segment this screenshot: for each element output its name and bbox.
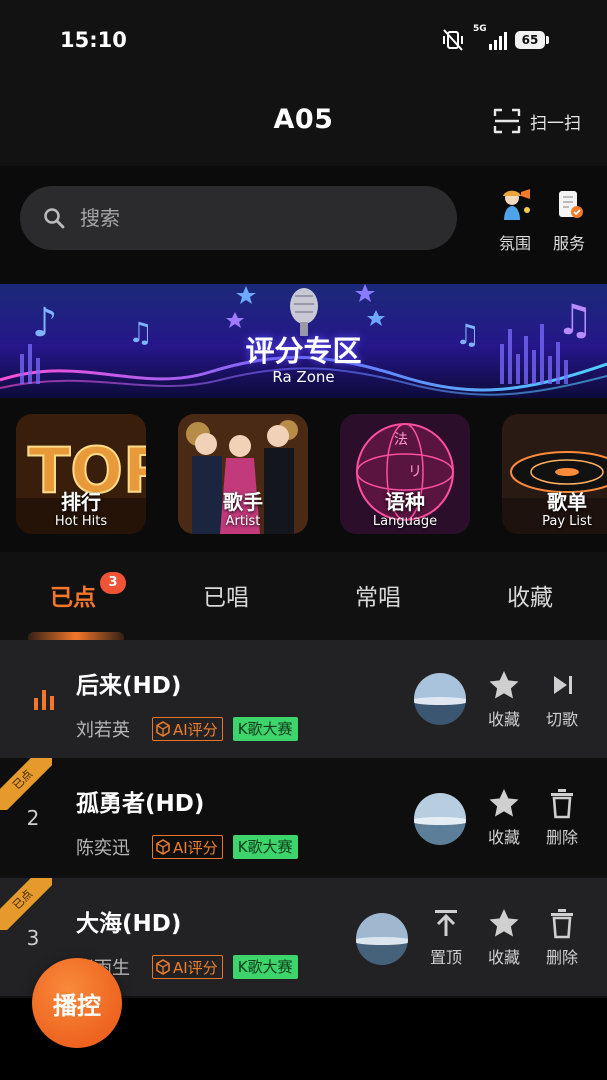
service-icon [559, 191, 583, 218]
skip-song-button[interactable]: 切歌 [536, 668, 588, 730]
atmosphere-label: 氛围 [498, 234, 531, 253]
play-control-button[interactable]: 播控 [32, 958, 122, 1048]
song-artist: 刘若英 [76, 720, 130, 741]
tab-label: 常唱 [355, 585, 401, 611]
song-artist: 陈奕迅 [76, 838, 130, 859]
category-label: 歌单 [547, 490, 587, 514]
category-artist[interactable]: 歌手 Artist [178, 414, 308, 534]
tab-label: 已唱 [203, 585, 249, 611]
tab-label: 已点 [50, 585, 96, 611]
atmosphere-icon [503, 189, 530, 220]
rating-zone-banner[interactable]: ♪ ♫ ♫ ♫ 评分专区 Ra Zone [0, 284, 607, 398]
category-playlist[interactable]: 歌单 Pay List [502, 414, 607, 534]
tab-sung[interactable]: 已唱 [203, 578, 249, 612]
search-area: 氛围 服务 [0, 166, 607, 284]
search-box[interactable] [20, 186, 457, 250]
delete-button[interactable]: 删除 [536, 786, 588, 848]
ai-cube-icon [156, 959, 170, 975]
category-sublabel: Pay List [542, 514, 592, 529]
queued-ribbon: 已点 [0, 878, 52, 930]
song-title: 孤勇者(HD) [76, 791, 205, 817]
tab-ordered[interactable]: 已点 3 [50, 572, 126, 612]
tab-favorites[interactable]: 收藏 [507, 578, 553, 612]
now-playing-icon [34, 690, 54, 710]
trash-icon [551, 909, 573, 939]
pin-top-button[interactable]: 置顶 [420, 906, 472, 968]
vibrate-off-icon [443, 29, 463, 51]
status-bar: 15:10 5G 65 [0, 0, 607, 80]
contest-tag: K歌大赛 [232, 835, 298, 859]
svg-text:リ: リ [408, 464, 422, 480]
category-row: TOP 排行 Hot Hits 歌手 Artist 法 リ 语种 Languag… [0, 398, 607, 552]
ai-cube-icon [156, 839, 170, 855]
ai-score-tag: AI评分 [152, 717, 223, 741]
search-input[interactable] [80, 206, 380, 230]
tab-frequent[interactable]: 常唱 [355, 578, 401, 612]
song-title: 后来(HD) [76, 673, 182, 699]
pin-to-top-icon [435, 910, 457, 936]
song-index: 3 [26, 926, 40, 950]
song-thumbnail [414, 673, 466, 725]
queued-ribbon: 已点 [0, 758, 52, 810]
star-icon [489, 671, 519, 699]
status-icons: 5G 65 [441, 24, 549, 52]
play-control-label: 播控 [53, 991, 101, 1020]
category-sublabel: Hot Hits [54, 514, 108, 529]
song-index: 2 [26, 806, 40, 830]
scan-label: 扫一扫 [530, 113, 581, 134]
category-label: 语种 [385, 490, 425, 514]
song-title: 大海(HD) [76, 911, 182, 937]
favorite-button[interactable]: 收藏 [478, 786, 530, 848]
song-meta: 陈奕迅 AI评分 K歌大赛 [76, 834, 298, 860]
category-hot-hits[interactable]: TOP 排行 Hot Hits [16, 414, 146, 534]
category-label: 歌手 [223, 490, 263, 514]
ordered-count-badge: 3 [100, 572, 126, 594]
banner-subtitle: Ra Zone [272, 368, 335, 386]
delete-button[interactable]: 删除 [536, 906, 588, 968]
favorite-button[interactable]: 收藏 [478, 668, 530, 730]
ai-score-tag: AI评分 [152, 955, 223, 979]
network-type: 5G [473, 24, 487, 34]
header: A05 扫一扫 [0, 80, 607, 166]
song-tabs: 已点 3 已唱 常唱 收藏 [0, 552, 607, 640]
contest-tag: K歌大赛 [232, 717, 298, 741]
service-button[interactable]: 服务 [544, 188, 594, 254]
star-icon [489, 789, 519, 817]
song-meta: 刘若英 AI评分 K歌大赛 [76, 716, 298, 742]
trash-icon [551, 789, 573, 819]
scan-button[interactable]: 扫一扫 [492, 106, 581, 136]
category-label: 排行 [61, 490, 101, 514]
ai-cube-icon [156, 721, 170, 737]
category-sublabel: Artist [225, 514, 261, 529]
tab-label: 收藏 [507, 585, 553, 611]
contest-tag: K歌大赛 [232, 955, 298, 979]
category-language[interactable]: 法 リ 语种 Language [340, 414, 470, 534]
song-thumbnail [414, 793, 466, 845]
status-time: 15:10 [60, 28, 127, 52]
category-sublabel: Language [372, 514, 438, 529]
song-row[interactable]: 已点 2 孤勇者(HD) 陈奕迅 AI评分 K歌大赛 收藏 删除 [0, 758, 607, 876]
service-label: 服务 [552, 234, 585, 253]
atmosphere-button[interactable]: 氛围 [490, 188, 540, 254]
battery-level: 65 [515, 31, 545, 49]
svg-text:法: 法 [394, 432, 408, 448]
banner-title: 评分专区 [245, 334, 362, 368]
song-row[interactable]: 后来(HD) 刘若英 AI评分 K歌大赛 收藏 切歌 [0, 640, 607, 758]
tab-indicator [28, 632, 124, 640]
song-thumbnail [356, 913, 408, 965]
scan-icon [493, 108, 521, 134]
battery-icon: 65 [515, 31, 549, 49]
skip-next-icon [554, 676, 572, 694]
favorite-button[interactable]: 收藏 [478, 906, 530, 968]
signal-icon: 5G [473, 24, 507, 52]
ai-score-tag: AI评分 [152, 835, 223, 859]
star-icon [489, 909, 519, 937]
search-icon [44, 208, 65, 229]
